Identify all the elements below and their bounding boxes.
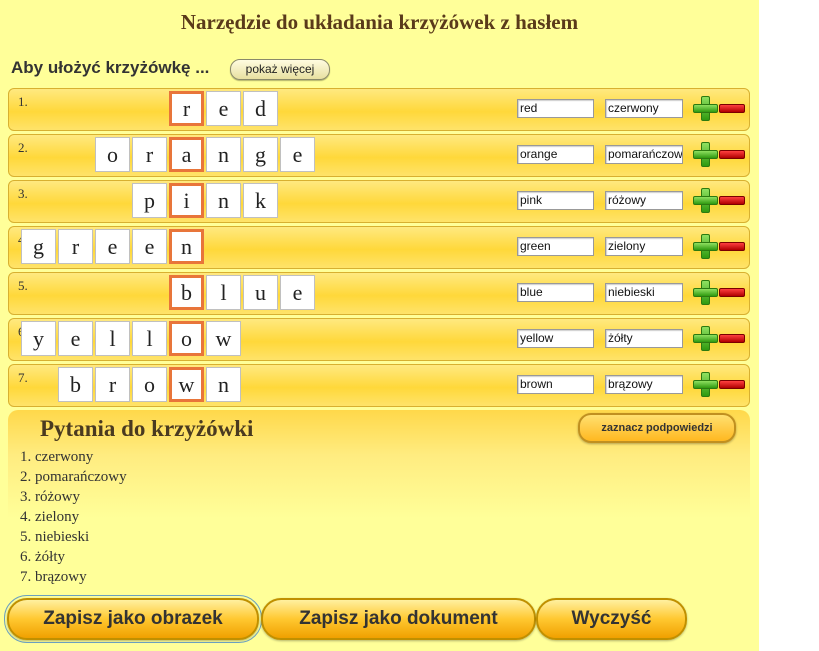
word-input[interactable]: pink — [517, 191, 594, 210]
question-item: 2. pomarańczowy — [20, 469, 127, 485]
letter-cell: u — [243, 275, 278, 310]
plus-icon[interactable] — [693, 280, 718, 305]
question-item: 6. żółty — [20, 549, 65, 565]
letter-cell: y — [21, 321, 56, 356]
show-more-button[interactable]: pokaż więcej — [230, 59, 330, 80]
clue-input[interactable]: czerwony — [605, 99, 683, 118]
minus-icon[interactable] — [719, 196, 745, 205]
word-input[interactable]: brown — [517, 375, 594, 394]
letter-cell: n — [206, 183, 241, 218]
question-item: 3. różowy — [20, 489, 80, 505]
question-item: 1. czerwony — [20, 449, 94, 465]
clue-input[interactable]: brązowy — [605, 375, 683, 394]
word-input[interactable]: green — [517, 237, 594, 256]
letter-cell: l — [206, 275, 241, 310]
crossword-grid: 1. r e d red czerwony 2. o r a n g e ora… — [8, 88, 750, 410]
letter-cell: w — [169, 367, 204, 402]
letter-cell: r — [58, 229, 93, 264]
question-item: 7. brązowy — [20, 569, 87, 585]
intro-label: Aby ułożyć krzyżówkę ... — [11, 58, 210, 77]
row-number: 7. — [18, 370, 28, 385]
letter-cell: l — [132, 321, 167, 356]
clue-input[interactable]: zielony — [605, 237, 683, 256]
letter-cell: o — [132, 367, 167, 402]
letter-cell: b — [169, 275, 204, 310]
plus-icon[interactable] — [693, 96, 718, 121]
letter-cell: e — [58, 321, 93, 356]
questions-list: 1. czerwony 2. pomarańczowy 3. różowy 4.… — [20, 447, 127, 587]
letter-cell: b — [58, 367, 93, 402]
word-input[interactable]: yellow — [517, 329, 594, 348]
letter-cell: n — [206, 137, 241, 172]
letter-cell: o — [95, 137, 130, 172]
minus-icon[interactable] — [719, 150, 745, 159]
clue-input[interactable]: pomarańczowy — [605, 145, 683, 164]
word-input[interactable]: blue — [517, 283, 594, 302]
letter-cell: e — [280, 137, 315, 172]
letter-cell: o — [169, 321, 204, 356]
plus-icon[interactable] — [693, 372, 718, 397]
letter-cell: n — [206, 367, 241, 402]
question-item: 5. niebieski — [20, 529, 90, 545]
save-image-button[interactable]: Zapisz jako obrazek — [4, 595, 262, 643]
row-number: 5. — [18, 278, 28, 293]
letter-cell: e — [132, 229, 167, 264]
save-document-button[interactable]: Zapisz jako dokument — [261, 598, 536, 640]
clue-input[interactable]: niebieski — [605, 283, 683, 302]
word-input[interactable]: orange — [517, 145, 594, 164]
letter-cell: r — [132, 137, 167, 172]
minus-icon[interactable] — [719, 334, 745, 343]
crossword-row: 1. r e d red czerwony — [8, 88, 750, 131]
word-input[interactable]: red — [517, 99, 594, 118]
row-number: 1. — [18, 94, 28, 109]
app-window: Narzędzie do układania krzyżówek z hasłe… — [0, 0, 759, 651]
row-number: 3. — [18, 186, 28, 201]
row-number: 2. — [18, 140, 28, 155]
clue-input[interactable]: różowy — [605, 191, 683, 210]
plus-icon[interactable] — [693, 142, 718, 167]
questions-panel: Pytania do krzyżówki zaznacz podpowiedzi… — [8, 410, 750, 590]
letter-cell: k — [243, 183, 278, 218]
crossword-row: 6. y e l l o w yellow żółty — [8, 318, 750, 361]
minus-icon[interactable] — [719, 380, 745, 389]
letter-cell: e — [206, 91, 241, 126]
letter-cell: g — [21, 229, 56, 264]
minus-icon[interactable] — [719, 104, 745, 113]
crossword-row: 7. b r o w n brown brązowy — [8, 364, 750, 407]
plus-icon[interactable] — [693, 326, 718, 351]
clue-input[interactable]: żółty — [605, 329, 683, 348]
minus-icon[interactable] — [719, 288, 745, 297]
letter-cell: i — [169, 183, 204, 218]
crossword-row: 4. g r e e n green zielony — [8, 226, 750, 269]
letter-cell: n — [169, 229, 204, 264]
clear-button[interactable]: Wyczyść — [536, 598, 687, 640]
letter-cell: e — [280, 275, 315, 310]
mark-hints-button[interactable]: zaznacz podpowiedzi — [578, 413, 736, 443]
letter-cell: w — [206, 321, 241, 356]
letter-cell: r — [95, 367, 130, 402]
plus-icon[interactable] — [693, 188, 718, 213]
letter-cell: a — [169, 137, 204, 172]
letter-cell: e — [95, 229, 130, 264]
questions-title: Pytania do krzyżówki — [40, 416, 254, 441]
letter-cell: r — [169, 91, 204, 126]
letter-cell: g — [243, 137, 278, 172]
crossword-row: 2. o r a n g e orange pomarańczowy — [8, 134, 750, 177]
page-title: Narzędzie do układania krzyżówek z hasłe… — [180, 10, 579, 34]
plus-icon[interactable] — [693, 234, 718, 259]
letter-cell: l — [95, 321, 130, 356]
letter-cell: d — [243, 91, 278, 126]
crossword-row: 3. p i n k pink różowy — [8, 180, 750, 223]
letter-cell: p — [132, 183, 167, 218]
minus-icon[interactable] — [719, 242, 745, 251]
question-item: 4. zielony — [20, 509, 80, 525]
crossword-row: 5. b l u e blue niebieski — [8, 272, 750, 315]
